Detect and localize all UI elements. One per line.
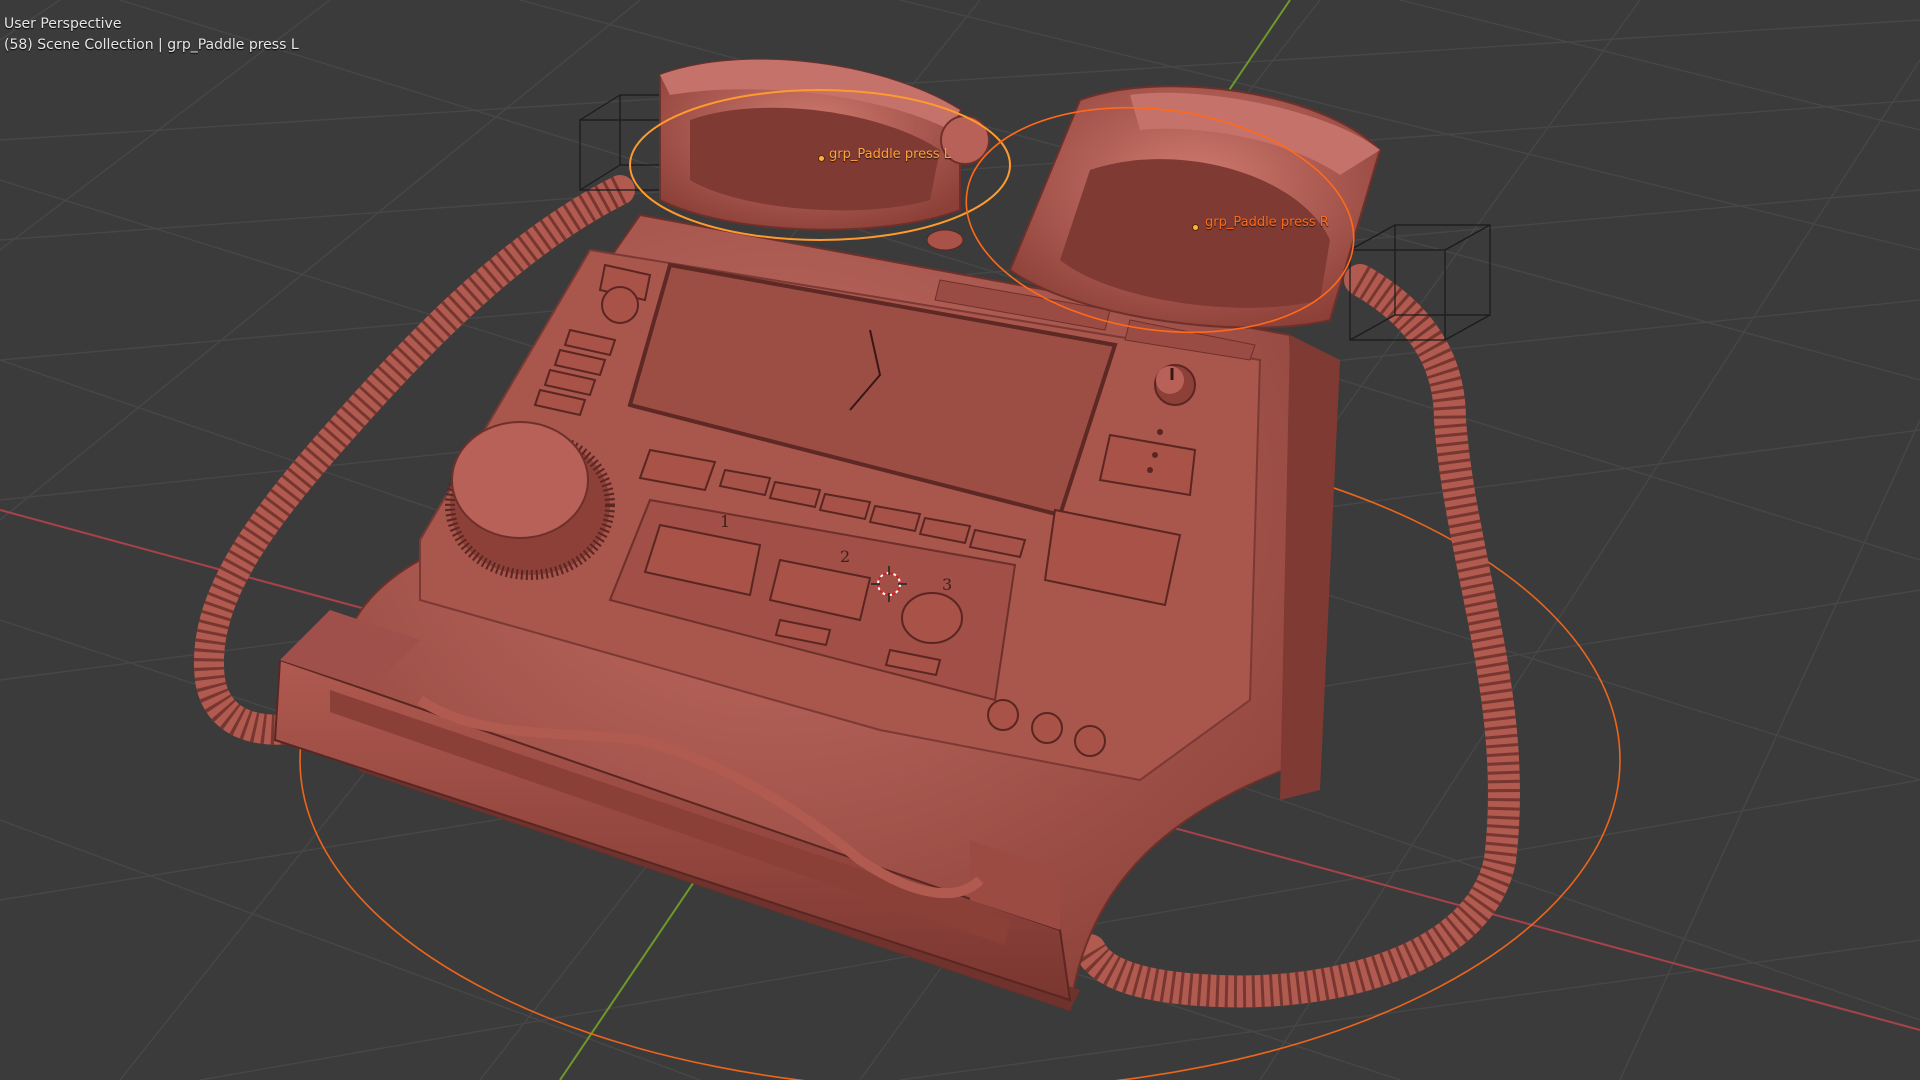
object-label-paddle-right[interactable]: grp_Paddle press R	[1205, 215, 1329, 230]
viewport-canvas[interactable]: 1 2 3	[0, 0, 1920, 1080]
origin-dot-paddle-left[interactable]	[818, 155, 825, 162]
panel-number-1: 1	[720, 512, 730, 531]
paddle-right[interactable]	[1008, 85, 1382, 329]
origin-dot-paddle-right[interactable]	[1192, 224, 1199, 231]
panel-number-2: 2	[840, 547, 850, 566]
object-label-paddle-left[interactable]: grp_Paddle press L	[829, 147, 951, 162]
panel-number-3: 3	[942, 575, 952, 594]
3d-viewport[interactable]: 1 2 3 grp_Paddle press L grp_Paddle pres…	[0, 0, 1920, 1080]
